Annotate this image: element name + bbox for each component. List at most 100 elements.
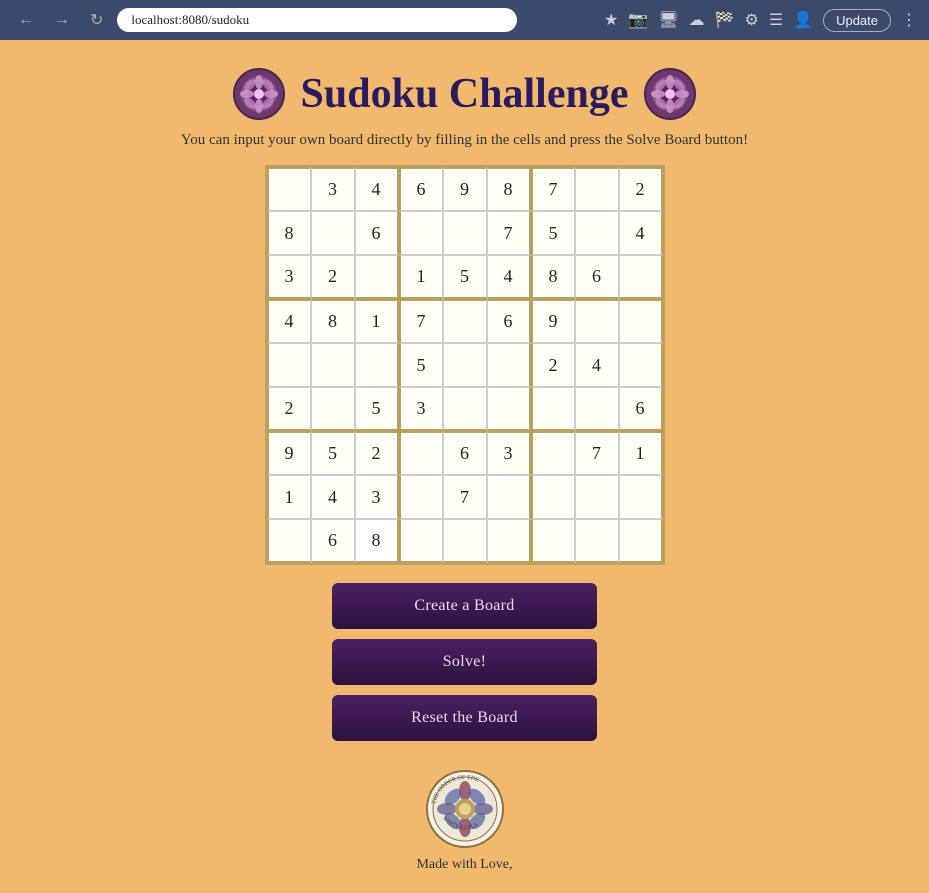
sudoku-cell-r4-c0[interactable] <box>267 343 311 387</box>
ext-icon2[interactable]: ☁ <box>689 10 705 30</box>
sudoku-cell-r6-c7[interactable]: 7 <box>575 431 619 475</box>
forward-button[interactable]: → <box>48 7 76 33</box>
sudoku-cell-r7-c0[interactable]: 1 <box>267 475 311 519</box>
sudoku-cell-r5-c1[interactable] <box>311 387 355 431</box>
sudoku-input-r5-c6[interactable] <box>533 388 574 429</box>
sudoku-cell-r6-c8[interactable]: 1 <box>619 431 663 475</box>
sudoku-input-r0-c0[interactable] <box>269 169 310 210</box>
ext-icon5[interactable]: ☰ <box>769 10 783 30</box>
sudoku-input-r4-c1[interactable] <box>312 344 354 386</box>
sudoku-cell-r2-c2[interactable] <box>355 255 399 299</box>
sudoku-input-r8-c2[interactable] <box>356 520 397 561</box>
sudoku-input-r8-c5[interactable] <box>488 520 529 561</box>
sudoku-cell-r4-c5[interactable] <box>487 343 531 387</box>
sudoku-cell-r7-c8[interactable] <box>619 475 663 519</box>
sudoku-cell-r0-c4[interactable]: 9 <box>443 167 487 211</box>
create-board-button[interactable]: Create a Board <box>332 583 597 629</box>
sudoku-cell-r0-c8[interactable]: 2 <box>619 167 663 211</box>
sudoku-cell-r6-c3[interactable] <box>399 431 443 475</box>
menu-icon[interactable]: ⋮ <box>901 10 917 30</box>
sudoku-cell-r4-c8[interactable] <box>619 343 663 387</box>
sudoku-grid[interactable]: 3469872867543215486481769524253695263711… <box>267 167 663 563</box>
sudoku-input-r8-c8[interactable] <box>620 520 661 561</box>
sudoku-cell-r7-c7[interactable] <box>575 475 619 519</box>
sudoku-cell-r4-c4[interactable] <box>443 343 487 387</box>
sudoku-cell-r6-c6[interactable] <box>531 431 575 475</box>
sudoku-cell-r8-c7[interactable] <box>575 519 619 563</box>
reload-button[interactable]: ↻ <box>84 6 109 34</box>
sudoku-cell-r2-c5[interactable]: 4 <box>487 255 531 299</box>
sudoku-input-r1-c3[interactable] <box>401 212 442 254</box>
sudoku-cell-r8-c0[interactable] <box>267 519 311 563</box>
sudoku-input-r4-c8[interactable] <box>620 344 661 386</box>
ext-icon3[interactable]: 🏁 <box>715 10 735 30</box>
sudoku-input-r6-c6[interactable] <box>533 433 574 474</box>
sudoku-input-r7-c8[interactable] <box>620 476 661 518</box>
profile-icon[interactable]: 👤 <box>793 10 813 30</box>
sudoku-cell-r3-c4[interactable] <box>443 299 487 343</box>
ext-icon4[interactable]: ⚙ <box>744 10 758 30</box>
sudoku-cell-r8-c4[interactable] <box>443 519 487 563</box>
sudoku-cell-r0-c2[interactable]: 4 <box>355 167 399 211</box>
sudoku-cell-r7-c3[interactable] <box>399 475 443 519</box>
sudoku-input-r4-c5[interactable] <box>488 344 529 386</box>
sudoku-cell-r4-c6[interactable]: 2 <box>531 343 575 387</box>
sudoku-cell-r0-c6[interactable]: 7 <box>531 167 575 211</box>
sudoku-cell-r8-c2[interactable] <box>355 519 399 563</box>
sudoku-cell-r5-c6[interactable] <box>531 387 575 431</box>
sudoku-cell-r2-c6[interactable]: 8 <box>531 255 575 299</box>
sudoku-input-r1-c7[interactable] <box>576 212 618 254</box>
sudoku-cell-r4-c1[interactable] <box>311 343 355 387</box>
sudoku-cell-r7-c1[interactable]: 4 <box>311 475 355 519</box>
sudoku-cell-r5-c0[interactable]: 2 <box>267 387 311 431</box>
sudoku-cell-r6-c5[interactable]: 3 <box>487 431 531 475</box>
sudoku-cell-r6-c1[interactable]: 5 <box>311 431 355 475</box>
sudoku-cell-r1-c1[interactable] <box>311 211 355 255</box>
sudoku-cell-r3-c7[interactable] <box>575 299 619 343</box>
sudoku-cell-r3-c8[interactable] <box>619 299 663 343</box>
back-button[interactable]: ← <box>12 7 40 33</box>
sudoku-cell-r8-c5[interactable] <box>487 519 531 563</box>
sudoku-cell-r5-c8[interactable]: 6 <box>619 387 663 431</box>
sudoku-input-r0-c7[interactable] <box>576 169 618 210</box>
sudoku-cell-r5-c3[interactable]: 3 <box>399 387 443 431</box>
sudoku-cell-r3-c2[interactable]: 1 <box>355 299 399 343</box>
sudoku-cell-r1-c4[interactable] <box>443 211 487 255</box>
sudoku-cell-r6-c0[interactable]: 9 <box>267 431 311 475</box>
sudoku-cell-r3-c3[interactable]: 7 <box>399 299 443 343</box>
sudoku-input-r4-c0[interactable] <box>269 344 310 386</box>
sudoku-input-r2-c8[interactable] <box>620 256 661 297</box>
sudoku-cell-r1-c2[interactable]: 6 <box>355 211 399 255</box>
sudoku-input-r2-c2[interactable] <box>356 256 397 297</box>
sudoku-cell-r8-c8[interactable] <box>619 519 663 563</box>
sudoku-cell-r3-c5[interactable]: 6 <box>487 299 531 343</box>
sudoku-cell-r1-c3[interactable] <box>399 211 443 255</box>
sudoku-input-r8-c7[interactable] <box>576 520 618 561</box>
sudoku-input-r8-c6[interactable] <box>533 520 574 561</box>
sudoku-input-r7-c6[interactable] <box>533 476 574 518</box>
sudoku-cell-r7-c5[interactable] <box>487 475 531 519</box>
sudoku-input-r7-c5[interactable] <box>488 476 529 518</box>
sudoku-input-r8-c4[interactable] <box>444 520 486 561</box>
sudoku-cell-r0-c3[interactable]: 6 <box>399 167 443 211</box>
sudoku-input-r5-c7[interactable] <box>576 388 618 429</box>
sudoku-cell-r0-c0[interactable] <box>267 167 311 211</box>
reset-board-button[interactable]: Reset the Board <box>332 695 597 741</box>
sudoku-input-r3-c4[interactable] <box>444 301 486 342</box>
sudoku-cell-r5-c2[interactable]: 5 <box>355 387 399 431</box>
sudoku-input-r7-c3[interactable] <box>401 476 442 518</box>
sudoku-cell-r8-c6[interactable] <box>531 519 575 563</box>
sudoku-input-r4-c4[interactable] <box>444 344 486 386</box>
sudoku-input-r1-c1[interactable] <box>312 212 354 254</box>
sudoku-input-r8-c3[interactable] <box>401 520 442 561</box>
sudoku-cell-r5-c4[interactable] <box>443 387 487 431</box>
sudoku-cell-r1-c7[interactable] <box>575 211 619 255</box>
sudoku-cell-r2-c7[interactable]: 6 <box>575 255 619 299</box>
sudoku-cell-r3-c0[interactable]: 4 <box>267 299 311 343</box>
sudoku-cell-r1-c0[interactable]: 8 <box>267 211 311 255</box>
sudoku-input-r5-c1[interactable] <box>312 388 354 429</box>
sudoku-cell-r1-c5[interactable]: 7 <box>487 211 531 255</box>
sudoku-cell-r0-c1[interactable]: 3 <box>311 167 355 211</box>
sudoku-cell-r7-c2[interactable]: 3 <box>355 475 399 519</box>
sudoku-cell-r7-c6[interactable] <box>531 475 575 519</box>
